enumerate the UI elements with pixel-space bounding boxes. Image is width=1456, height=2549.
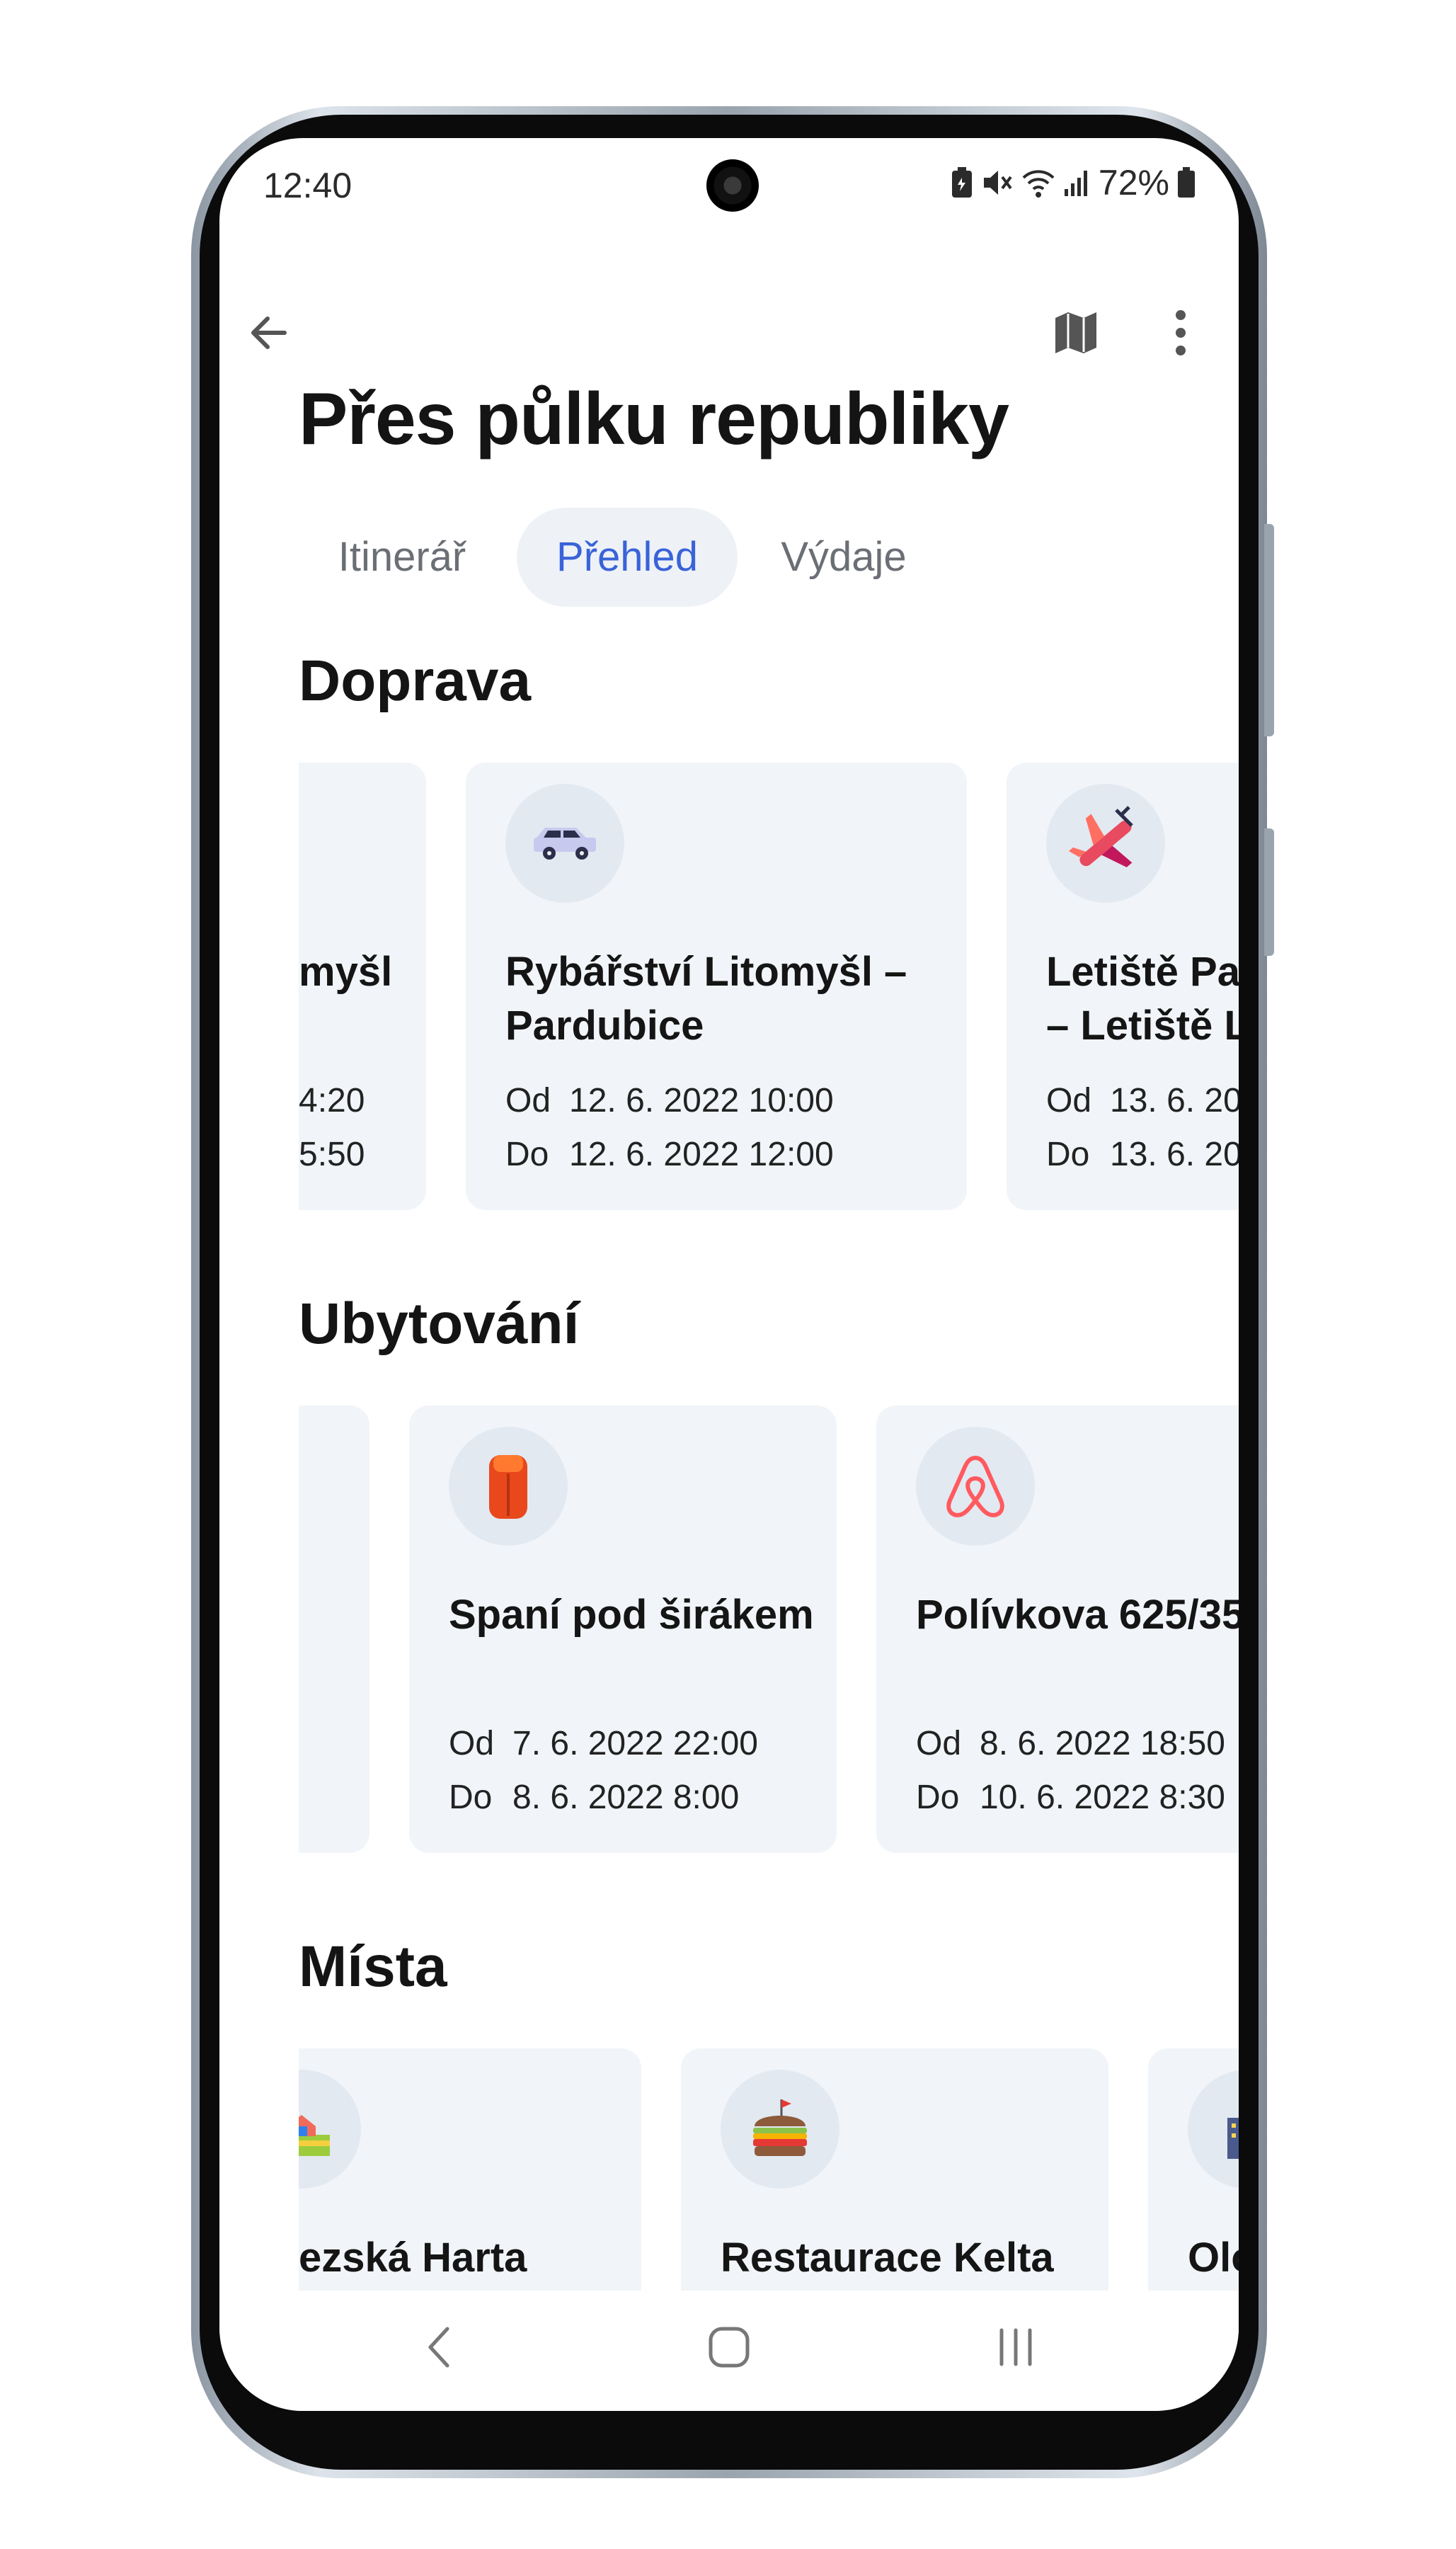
mute-icon xyxy=(981,166,1014,199)
accommodation-card[interactable]: Spaní pod širákem Od 7. 6. 2022 22:00 Do 8… xyxy=(409,1405,837,1853)
transport-card-from: Od 13. 6. 20 xyxy=(1046,1081,1239,1120)
transport-card[interactable]: Letiště Pard – Letiště Lo Od 13. 6. 20 Do… xyxy=(1007,763,1239,1210)
section-title-mista: Místa xyxy=(299,1934,447,1999)
to-value: 10. 6. 2022 8:30 xyxy=(980,1779,1225,1816)
park-icon xyxy=(299,2070,361,2189)
transport-card-to: Do 12. 6. 2022 12:00 xyxy=(505,1135,834,1174)
from-value: 13. 6. 20 xyxy=(1110,1082,1239,1119)
transport-card-from: 4:20 xyxy=(299,1082,365,1119)
transport-card-title: Letiště Pard – Letiště Lo xyxy=(1046,945,1239,1053)
nav-back-button[interactable] xyxy=(389,2305,488,2390)
transport-card[interactable]: Rybářství Litomyšl – Pardubice Od 12. 6. … xyxy=(466,763,967,1210)
accommodation-card-from: Od 7. 6. 2022 22:00 xyxy=(449,1724,758,1763)
volume-button xyxy=(1264,524,1274,736)
nav-back-icon xyxy=(428,2327,449,2368)
arrow-left-icon xyxy=(251,317,287,349)
airbnb-icon xyxy=(916,1427,1035,1546)
battery-saver-icon xyxy=(950,166,974,199)
car-icon xyxy=(505,784,624,903)
more-vert-icon xyxy=(1176,310,1186,355)
airplane-icon xyxy=(1046,784,1165,903)
system-nav-bar xyxy=(219,2291,1239,2411)
map-button[interactable] xyxy=(1041,297,1111,368)
from-label: Od xyxy=(916,1725,962,1762)
sleeping-bag-icon xyxy=(449,1427,568,1546)
more-menu-button[interactable] xyxy=(1145,297,1216,368)
map-icon xyxy=(1055,312,1096,353)
accommodation-card-to: Do 8. 6. 2022 8:00 xyxy=(449,1778,739,1817)
screen: 12:40 72% Přes půlku republiky Itinerář … xyxy=(219,138,1239,2411)
from-label: Od xyxy=(449,1725,495,1762)
power-button xyxy=(1264,828,1274,956)
accommodation-card-from: Od 8. 6. 2022 18:50 xyxy=(916,1724,1225,1763)
transport-card[interactable]: myšl 4:20 5:50 xyxy=(299,763,426,1210)
transport-card-title-line: Letiště Pard xyxy=(1046,949,1239,995)
place-card-title: Olo xyxy=(1188,2235,1239,2281)
page-title: Přes půlku republiky xyxy=(299,378,1009,460)
from-label: Od xyxy=(505,1082,551,1119)
front-camera xyxy=(706,159,759,212)
to-label: Do xyxy=(505,1136,549,1173)
from-value: 8. 6. 2022 18:50 xyxy=(980,1725,1225,1762)
to-label: Do xyxy=(916,1779,960,1816)
signal-icon xyxy=(1063,166,1091,199)
accommodation-card-to: Do 10. 6. 2022 8:30 xyxy=(916,1778,1225,1817)
nav-recents-icon xyxy=(999,2328,1032,2366)
battery-level: 72% xyxy=(1098,163,1169,203)
nav-home-button[interactable] xyxy=(680,2305,779,2390)
burger-icon xyxy=(721,2070,839,2189)
status-icons: 72% xyxy=(950,162,1196,203)
back-button[interactable] xyxy=(234,297,304,368)
section-title-doprava: Doprava xyxy=(299,649,532,713)
to-label: Do xyxy=(449,1779,493,1816)
accommodation-carousel[interactable]: Spaní pod širákem Od 7. 6. 2022 22:00 Do 8… xyxy=(299,1405,1239,1853)
tab-prehled[interactable]: Přehled xyxy=(517,508,738,607)
from-value: 12. 6. 2022 10:00 xyxy=(569,1082,834,1119)
to-value: 13. 6. 20 xyxy=(1110,1136,1239,1173)
accommodation-card[interactable] xyxy=(299,1405,369,1853)
accommodation-card-title: Polívkova 625/35 xyxy=(916,1592,1239,1638)
tab-itinerar[interactable]: Itinerář xyxy=(299,508,505,607)
tab-vydaje[interactable]: Výdaje xyxy=(745,508,943,607)
city-building-icon xyxy=(1188,2070,1239,2189)
section-title-ubytovani: Ubytování xyxy=(299,1291,580,1356)
from-value: 7. 6. 2022 22:00 xyxy=(512,1725,758,1762)
transport-card-to: 5:50 xyxy=(299,1136,365,1173)
transport-card-to: Do 13. 6. 20 xyxy=(1046,1135,1239,1174)
to-value: 8. 6. 2022 8:00 xyxy=(512,1779,740,1816)
transport-card-from: Od 12. 6. 2022 10:00 xyxy=(505,1081,834,1120)
nav-home-icon xyxy=(709,2327,750,2368)
transport-carousel[interactable]: myšl 4:20 5:50 Rybářství Litomyšl – Pard… xyxy=(299,763,1239,1210)
to-label: Do xyxy=(1046,1136,1090,1173)
to-value: 12. 6. 2022 12:00 xyxy=(569,1136,834,1173)
transport-card-title-line: – Letiště Lo xyxy=(1046,1003,1239,1049)
status-time: 12:40 xyxy=(263,166,352,205)
battery-icon xyxy=(1176,166,1196,199)
accommodation-card[interactable]: Polívkova 625/35 Od 8. 6. 2022 18:50 Do 10… xyxy=(876,1405,1239,1853)
wifi-icon xyxy=(1021,166,1056,199)
from-label: Od xyxy=(1046,1082,1092,1119)
nav-recents-button[interactable] xyxy=(966,2305,1065,2390)
